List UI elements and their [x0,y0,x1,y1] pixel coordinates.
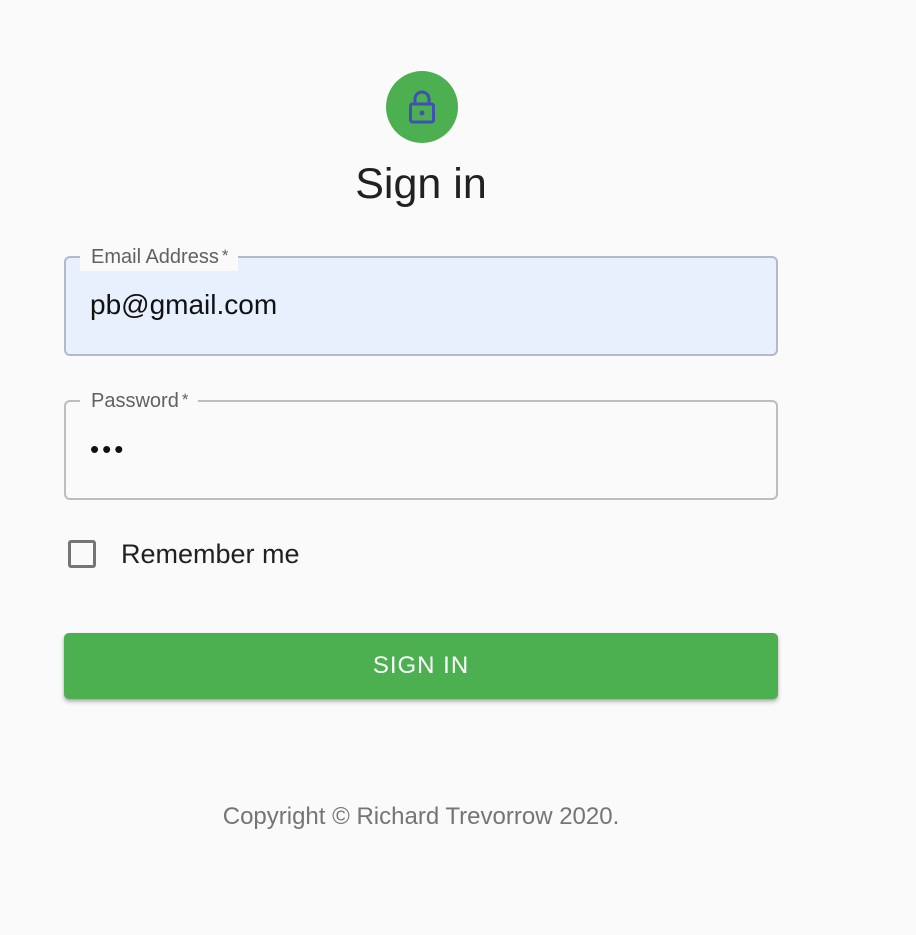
remember-me-checkbox[interactable] [68,540,96,568]
password-field[interactable]: Password * ••• [64,386,778,500]
page-title: Sign in [355,160,487,208]
lock-icon [406,89,438,125]
email-input[interactable] [90,288,750,322]
remember-me-control[interactable]: Remember me [66,534,300,574]
remember-me-label[interactable]: Remember me [121,539,300,570]
copyright-text: Copyright © Richard Trevorrow 2020. [222,803,620,830]
avatar [386,71,458,143]
password-field-label: Password * [80,386,199,415]
sign-in-button[interactable]: SIGN IN [64,633,778,699]
email-field-label: Email Address * [80,242,239,271]
password-input[interactable]: ••• [90,432,750,466]
email-field[interactable]: Email Address * [64,242,778,356]
sign-in-page: Sign in Email Address* Password* ••• Rem… [0,0,916,935]
